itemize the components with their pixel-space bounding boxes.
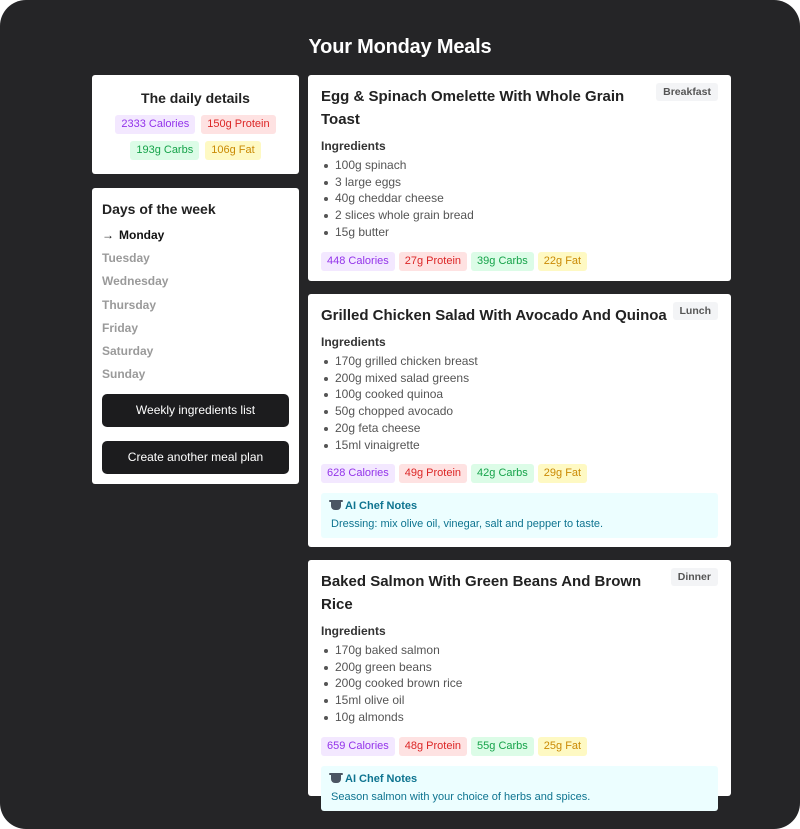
chef-notes-text: Season salmon with your choice of herbs … <box>331 790 591 803</box>
day-tuesday[interactable]: Tuesday <box>102 251 289 274</box>
list-item: 170g grilled chicken breast <box>321 353 718 370</box>
page-title: Your Monday Meals <box>308 36 492 58</box>
chef-notes-text: Dressing: mix olive oil, vinegar, salt a… <box>331 518 604 531</box>
meal-badges: 659 Calories 48g Protein 55g Carbs 25g F… <box>321 736 718 756</box>
list-item: 200g cooked brown rice <box>321 675 718 692</box>
meal-card-lunch: Grilled Chicken Salad With Avocado And Q… <box>308 294 731 547</box>
list-item: 15g butter <box>321 224 718 241</box>
meal-tag: Dinner <box>670 568 718 586</box>
meal-card-breakfast: Egg & Spinach Omelette With Whole Grain … <box>308 75 731 281</box>
cooking-pot-icon <box>329 500 343 511</box>
protein-badge: 27g Protein <box>398 251 468 271</box>
create-meal-plan-button[interactable]: Create another meal plan <box>102 441 289 474</box>
daily-calories-badge: 2333 Calories <box>115 115 196 134</box>
ingredients-heading: Ingredients <box>321 139 386 153</box>
protein-badge: 49g Protein <box>398 464 468 484</box>
calories-badge: 448 Calories <box>321 251 395 271</box>
day-monday[interactable]: → Monday <box>102 228 289 251</box>
carbs-badge: 42g Carbs <box>471 464 534 484</box>
daily-details-title: The daily details <box>141 90 250 106</box>
list-item: 15ml olive oil <box>321 692 718 709</box>
list-item: 170g baked salmon <box>321 642 718 659</box>
meal-tag: Lunch <box>672 302 718 320</box>
chef-notes-title: AI Chef Notes <box>329 772 708 785</box>
fat-badge: 22g Fat <box>537 251 588 271</box>
ingredients-list: 170g grilled chicken breast 200g mixed s… <box>321 353 718 453</box>
daily-carbs-badge: 193g Carbs <box>130 141 200 160</box>
daily-protein-badge: 150g Protein <box>201 115 276 134</box>
chef-notes: AI Chef Notes Dressing: mix olive oil, v… <box>321 493 718 539</box>
meal-title: Grilled Chicken Salad With Avocado And Q… <box>321 307 667 324</box>
day-wednesday[interactable]: Wednesday <box>102 274 289 297</box>
meal-tag: Breakfast <box>656 83 718 101</box>
daily-fat-badge: 106g Fat <box>205 141 261 160</box>
day-sunday[interactable]: Sunday <box>102 367 289 390</box>
list-item: 100g cooked quinoa <box>321 386 718 403</box>
chef-notes-title: AI Chef Notes <box>329 500 708 513</box>
day-label: Monday <box>119 228 165 242</box>
protein-badge: 48g Protein <box>398 736 468 756</box>
chef-notes-label: AI Chef Notes <box>345 500 418 513</box>
app-window: Your Monday Meals The daily details 2333… <box>0 0 800 829</box>
calories-badge: 628 Calories <box>321 464 395 484</box>
list-item: 200g green beans <box>321 659 718 676</box>
weekly-ingredients-button[interactable]: Weekly ingredients list <box>102 394 289 427</box>
days-of-week-card: Days of the week → Monday Tuesday Wednesd… <box>92 188 299 484</box>
calories-badge: 659 Calories <box>321 736 395 756</box>
list-item: 20g feta cheese <box>321 420 718 437</box>
meal-badges: 448 Calories 27g Protein 39g Carbs 22g F… <box>321 251 718 271</box>
list-item: 200g mixed salad greens <box>321 370 718 387</box>
list-item: 3 large eggs <box>321 174 718 191</box>
list-item: 10g almonds <box>321 709 718 726</box>
meal-title: Baked Salmon With Green Beans And Brown … <box>321 573 642 613</box>
chef-notes: AI Chef Notes Season salmon with your ch… <box>321 765 718 811</box>
meal-badges: 628 Calories 49g Protein 42g Carbs 29g F… <box>321 464 718 484</box>
daily-details-card: The daily details 2333 Calories 150g Pro… <box>92 75 299 174</box>
daily-badges-row-1: 2333 Calories 150g Protein <box>92 115 299 134</box>
ingredients-heading: Ingredients <box>321 335 386 349</box>
carbs-badge: 55g Carbs <box>471 736 534 756</box>
chef-notes-label: AI Chef Notes <box>345 772 418 785</box>
day-thursday[interactable]: Thursday <box>102 298 289 321</box>
meal-card-dinner: Baked Salmon With Green Beans And Brown … <box>308 560 731 811</box>
list-item: 2 slices whole grain bread <box>321 207 718 224</box>
list-item: 40g cheddar cheese <box>321 190 718 207</box>
ingredients-list: 100g spinach 3 large eggs 40g cheddar ch… <box>321 157 718 241</box>
fat-badge: 25g Fat <box>537 736 588 756</box>
ingredients-heading: Ingredients <box>321 624 386 638</box>
cooking-pot-icon <box>329 772 343 783</box>
fat-badge: 29g Fat <box>537 464 588 484</box>
list-item: 100g spinach <box>321 157 718 174</box>
arrow-right-icon: → <box>102 228 114 242</box>
day-friday[interactable]: Friday <box>102 321 289 344</box>
meal-title: Egg & Spinach Omelette With Whole Grain … <box>321 88 625 128</box>
daily-badges-row-2: 193g Carbs 106g Fat <box>92 141 299 160</box>
days-title: Days of the week <box>102 201 216 217</box>
day-saturday[interactable]: Saturday <box>102 344 289 367</box>
list-item: 50g chopped avocado <box>321 403 718 420</box>
list-item: 15ml vinaigrette <box>321 437 718 454</box>
ingredients-list: 170g baked salmon 200g green beans 200g … <box>321 642 718 726</box>
carbs-badge: 39g Carbs <box>471 251 534 271</box>
